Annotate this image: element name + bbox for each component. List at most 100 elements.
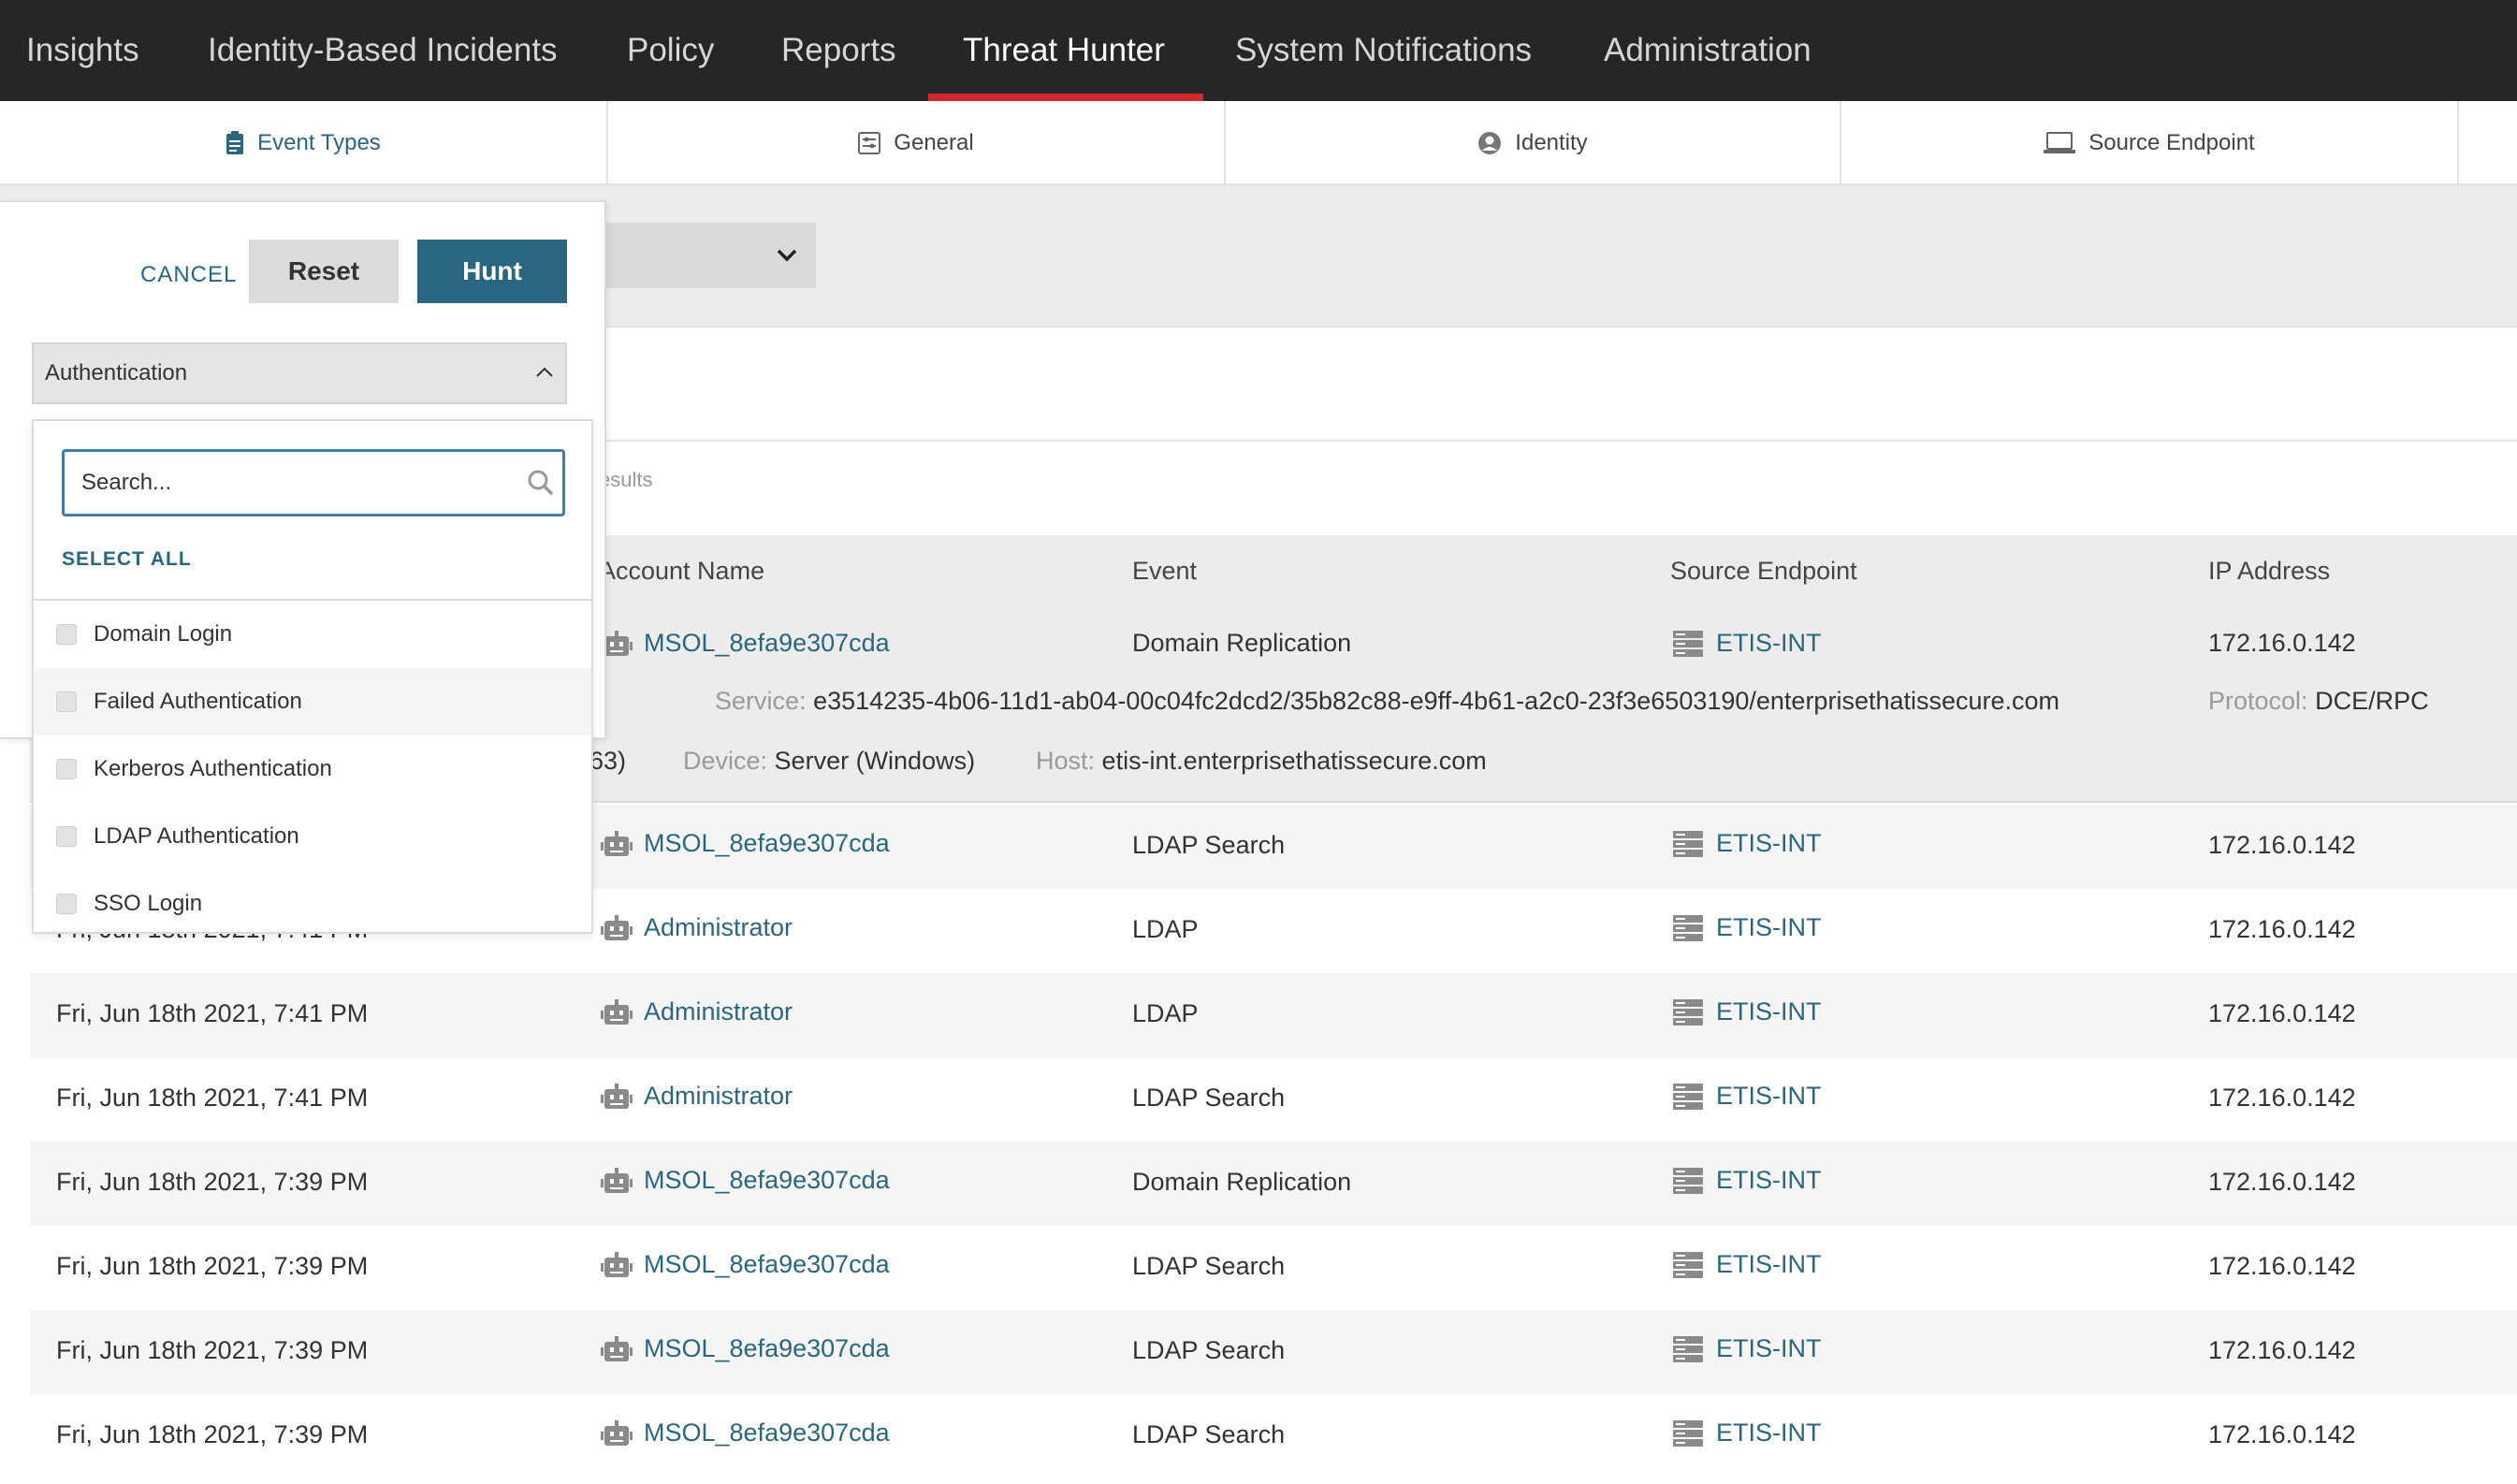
search-field[interactable] [62, 449, 565, 516]
account-link[interactable]: MSOL_8efa9e307cda [644, 829, 890, 858]
endpoint-link[interactable]: ETIS-INT [1716, 1419, 1822, 1448]
event-type: Domain Replication [1132, 629, 1352, 657]
select-all-link[interactable]: SELECT ALL [62, 548, 192, 571]
endpoint-link[interactable]: ETIS-INT [1716, 829, 1822, 858]
endpoint-link[interactable]: ETIS-INT [1716, 1334, 1822, 1363]
nav-reports[interactable]: Reports [781, 0, 896, 101]
option-label: Failed Authentication [94, 689, 302, 714]
cancel-button[interactable]: CANCEL [140, 243, 237, 307]
account-link[interactable]: MSOL_8efa9e307cda [644, 1334, 890, 1363]
tab-identity[interactable]: Identity [1226, 101, 1841, 185]
account-link[interactable]: MSOL_8efa9e307cda [644, 1419, 890, 1448]
user-circle-icon [1478, 132, 1502, 154]
robot-icon [601, 1419, 633, 1446]
robot-icon [601, 914, 633, 940]
account-link[interactable]: Administrator [644, 997, 793, 1026]
category-select[interactable]: Authentication [32, 342, 567, 404]
account-link[interactable]: MSOL_8efa9e307cda [644, 1166, 890, 1195]
endpoint-link[interactable]: ETIS-INT [1716, 1082, 1822, 1111]
tab-event-types[interactable]: Event Types [0, 101, 608, 185]
account-link[interactable]: Administrator [644, 913, 793, 942]
event-type: LDAP Search [1132, 1252, 1286, 1280]
event-time: Fri, Jun 18th 2021, 7:39 PM [56, 1420, 369, 1448]
event-time: Fri, Jun 18th 2021, 7:41 PM [56, 1084, 369, 1112]
table-row[interactable]: Fri, Jun 18th 2021, 7:39 PM MSOL_8efa9e30… [30, 1310, 2517, 1394]
nav-insights[interactable]: Insights [26, 0, 139, 101]
top-navigation: Insights Identity-Based Incidents Policy… [0, 0, 2517, 101]
option-checkbox[interactable] [56, 826, 77, 847]
event-type: LDAP Search [1132, 1420, 1286, 1448]
sub-tabs: Event Types General Identity Source Endp… [0, 101, 2517, 185]
event-type: LDAP Search [1132, 1084, 1286, 1112]
table-row[interactable]: Fri, Jun 18th 2021, 7:41 PM Administrator… [30, 973, 2517, 1057]
server-icon [1673, 1167, 1703, 1194]
tab-identity-label: Identity [1515, 130, 1588, 155]
endpoint-link[interactable]: ETIS-INT [1716, 997, 1822, 1026]
search-icon [528, 470, 554, 496]
option-label: Kerberos Authentication [94, 756, 332, 781]
account-link[interactable]: MSOL_8efa9e307cda [644, 1250, 890, 1279]
endpoint-link[interactable]: ETIS-INT [1716, 913, 1822, 942]
tab-event-types-label: Event Types [257, 130, 381, 155]
account-link[interactable]: Administrator [644, 1082, 793, 1111]
endpoint-link[interactable]: ETIS-INT [1716, 629, 1822, 658]
column-header-account[interactable]: Account Name [599, 535, 764, 606]
option-label: SSO Login [94, 891, 203, 916]
table-row[interactable]: Fri, Jun 18th 2021, 7:39 PM MSOL_8efa9e30… [30, 1226, 2517, 1310]
category-options-dropdown: SELECT ALL Domain Login Failed Authentica… [32, 419, 593, 934]
results-count: esults [599, 468, 653, 491]
category-option[interactable]: Kerberos Authentication [34, 735, 591, 803]
column-header-event[interactable]: Event [1132, 535, 1197, 606]
category-option[interactable]: LDAP Authentication [34, 803, 591, 870]
column-header-ip[interactable]: IP Address [2208, 535, 2330, 606]
server-icon [1673, 1419, 1703, 1447]
table-row[interactable]: Fri, Jun 18th 2021, 7:41 PM Administrator… [30, 1057, 2517, 1142]
nav-identity-based-incidents[interactable]: Identity-Based Incidents [208, 0, 558, 101]
endpoint-link[interactable]: ETIS-INT [1716, 1250, 1822, 1279]
table-row[interactable]: Fri, Jun 18th 2021, 7:39 PM MSOL_8efa9e30… [30, 1142, 2517, 1226]
category-option[interactable]: Failed Authentication [34, 668, 591, 735]
category-option[interactable]: SSO Login [34, 870, 591, 938]
server-icon [1673, 998, 1703, 1026]
robot-icon [601, 1167, 633, 1193]
detail-host: Host: etis-int.enterprisethatissecure.co… [1036, 747, 1487, 775]
detail-protocol: Protocol: DCE/RPC [2208, 687, 2429, 715]
server-icon [1673, 914, 1703, 941]
nav-threat-hunter[interactable]: Threat Hunter [963, 0, 1165, 101]
option-checkbox[interactable] [56, 759, 77, 779]
robot-icon [601, 1251, 633, 1277]
ip-address: 172.16.0.142 [2208, 1420, 2356, 1448]
robot-icon [601, 998, 633, 1025]
column-header-source-endpoint[interactable]: Source Endpoint [1670, 535, 1857, 606]
clipboard-icon [226, 131, 244, 154]
option-checkbox[interactable] [56, 691, 77, 712]
ip-address: 172.16.0.142 [2208, 831, 2356, 859]
tab-source-endpoint[interactable]: Source Endpoint [1841, 101, 2459, 185]
category-option[interactable]: Domain Login [34, 601, 591, 668]
robot-icon [601, 1083, 633, 1109]
server-icon [1673, 1335, 1703, 1362]
event-time: Fri, Jun 18th 2021, 7:41 PM [56, 999, 369, 1027]
ip-address: 172.16.0.142 [2208, 1336, 2356, 1364]
option-label: Domain Login [94, 621, 233, 647]
table-row[interactable]: Fri, Jun 18th 2021, 7:39 PM MSOL_8efa9e30… [30, 1394, 2517, 1478]
event-time: Fri, Jun 18th 2021, 7:39 PM [56, 1168, 369, 1196]
tab-general[interactable]: General [608, 101, 1226, 185]
ip-address: 172.16.0.142 [2208, 629, 2356, 657]
ip-address: 172.16.0.142 [2208, 999, 2356, 1027]
option-checkbox[interactable] [56, 894, 77, 914]
chevron-down-icon [777, 249, 797, 262]
option-checkbox[interactable] [56, 624, 77, 645]
nav-system-notifications[interactable]: System Notifications [1235, 0, 1532, 101]
endpoint-link[interactable]: ETIS-INT [1716, 1166, 1822, 1195]
ip-address: 172.16.0.142 [2208, 1084, 2356, 1112]
account-link[interactable]: MSOL_8efa9e307cda [644, 629, 890, 658]
reset-button[interactable]: Reset [249, 240, 399, 303]
event-type: Domain Replication [1132, 1168, 1352, 1196]
hunt-button[interactable]: Hunt [417, 240, 567, 303]
search-input[interactable] [81, 461, 502, 504]
nav-policy[interactable]: Policy [627, 0, 714, 101]
event-time: Fri, Jun 18th 2021, 7:39 PM [56, 1252, 369, 1280]
server-icon [1673, 830, 1703, 857]
nav-administration[interactable]: Administration [1604, 0, 1811, 101]
